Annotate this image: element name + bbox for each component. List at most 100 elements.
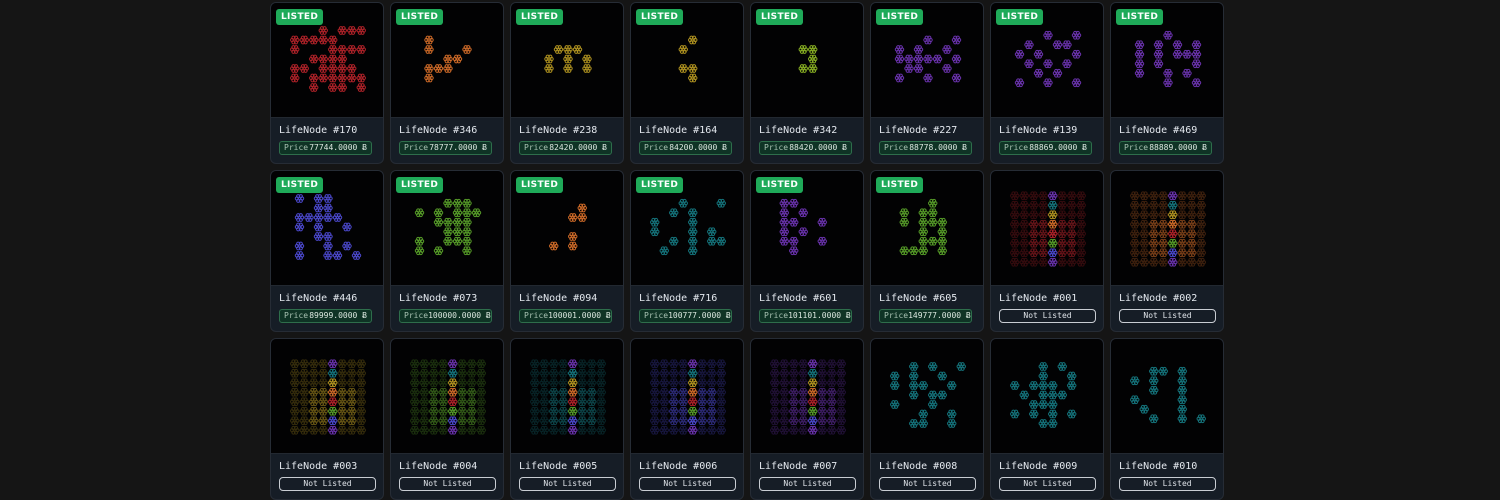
card-artwork: LISTED [1111,3,1223,118]
cell-node-icon [1158,238,1168,248]
price-pill: Price 88778.0000 Ƀ [879,141,972,155]
cell-node-icon [587,368,597,378]
cell-node-icon [309,73,319,83]
cell-node-icon [1177,219,1187,229]
cell-node-icon [1076,229,1086,239]
nft-card-2[interactable]: LISTED LifeNode #238 Price 82420.0000 Ƀ [510,2,624,164]
nft-card-15[interactable]: LifeNode #002 Not Listed [1110,170,1224,332]
cell-node-icon [688,397,698,407]
cell-node-icon [328,359,338,369]
cell-node-icon [817,378,827,388]
nft-card-9[interactable]: LISTED LifeNode #073 Price 100000.0000 Ƀ [390,170,504,332]
cell-node-icon [1014,78,1025,88]
cell-node-icon [299,425,309,435]
nft-card-22[interactable]: LifeNode #009 Not Listed [990,338,1104,500]
cell-pattern [290,26,366,92]
cell-node-icon [309,378,319,388]
cell-pattern [294,194,362,260]
cell-node-icon [294,241,305,251]
nft-card-23[interactable]: LifeNode #010 Not Listed [1110,338,1224,500]
nft-card-6[interactable]: LISTED LifeNode #139 Price 88869.0000 Ƀ [990,2,1104,164]
not-listed-button[interactable]: Not Listed [519,477,616,491]
cell-node-icon [294,194,305,203]
cell-node-icon [1038,191,1048,201]
cell-node-icon [596,425,606,435]
cell-node-icon [836,397,846,407]
cell-node-icon [290,425,300,435]
card-artwork [511,339,623,454]
cell-node-icon [1163,78,1173,88]
cell-node-icon [290,368,300,378]
cell-node-icon [1153,59,1164,69]
cell-node-icon [697,378,707,388]
cell-node-icon [462,198,472,208]
nft-card-5[interactable]: LISTED LifeNode #227 Price 88778.0000 Ƀ [870,2,984,164]
cell-node-icon [410,359,420,369]
cell-node-icon [568,406,578,416]
nft-card-14[interactable]: LifeNode #001 Not Listed [990,170,1104,332]
not-listed-button[interactable]: Not Listed [1119,477,1216,491]
card-artwork: LISTED [511,171,623,286]
nft-card-17[interactable]: LifeNode #004 Not Listed [390,338,504,500]
cell-node-icon [669,368,679,378]
card-artwork: LISTED [871,171,983,286]
nft-card-11[interactable]: LISTED LifeNode #716 Price 100777.0000 Ƀ [630,170,744,332]
price-label: Price [404,143,429,152]
cell-node-icon [356,368,366,378]
not-listed-button[interactable]: Not Listed [999,477,1096,491]
cell-node-icon [539,359,549,369]
price-pill: Price 88420.0000 Ƀ [759,141,852,155]
nft-card-21[interactable]: LifeNode #008 Not Listed [870,338,984,500]
cell-node-icon [937,390,947,400]
nft-card-18[interactable]: LifeNode #005 Not Listed [510,338,624,500]
cell-node-icon [1048,238,1058,248]
nft-card-4[interactable]: LISTED LifeNode #342 Price 88420.0000 Ƀ [750,2,864,164]
not-listed-button[interactable]: Not Listed [639,477,736,491]
nft-card-12[interactable]: LISTED LifeNode #601 Price 101101.0000 Ƀ [750,170,864,332]
not-listed-button[interactable]: Not Listed [879,477,976,491]
cell-node-icon [1048,419,1058,428]
nft-card-3[interactable]: LISTED LifeNode #164 Price 84200.0000 Ƀ [630,2,744,164]
cell-node-icon [798,425,808,435]
cell-node-icon [1139,229,1149,239]
cell-node-icon [1019,210,1029,220]
nft-card-8[interactable]: LISTED LifeNode #446 Price 89999.0000 Ƀ [270,170,384,332]
not-listed-button[interactable]: Not Listed [279,477,376,491]
cell-node-icon [659,425,669,435]
cell-node-icon [669,378,679,388]
nft-card-0[interactable]: LISTED LifeNode #170 Price 77744.0000 Ƀ [270,2,384,164]
cell-node-icon [770,378,780,388]
cell-node-icon [337,387,347,397]
cell-node-icon [443,54,453,64]
cell-node-icon [1038,419,1048,428]
cell-node-icon [688,236,698,246]
cell-node-icon [290,387,300,397]
cell-node-icon [923,35,933,45]
price-pill: Price 77744.0000 Ƀ [279,141,372,155]
cell-node-icon [462,227,472,237]
cell-node-icon [318,416,328,426]
nft-card-10[interactable]: LISTED LifeNode #094 Price 100001.0000 Ƀ [510,170,624,332]
cell-node-icon [1149,257,1159,267]
nft-card-16[interactable]: LifeNode #003 Not Listed [270,338,384,500]
price-value: 77744.0000 Ƀ [309,143,367,152]
nft-card-19[interactable]: LifeNode #006 Not Listed [630,338,744,500]
cell-node-icon [688,35,698,45]
nft-card-20[interactable]: LifeNode #007 Not Listed [750,338,864,500]
nft-card-13[interactable]: LISTED LifeNode #605 Price 149777.0000 Ƀ [870,170,984,332]
not-listed-button[interactable]: Not Listed [399,477,496,491]
not-listed-button[interactable]: Not Listed [759,477,856,491]
cell-node-icon [1010,191,1020,201]
cell-node-icon [918,227,928,237]
cell-node-icon [707,406,717,416]
nft-card-7[interactable]: LISTED LifeNode #469 Price 88889.0000 Ƀ [1110,2,1224,164]
not-listed-button[interactable]: Not Listed [1119,309,1216,323]
cell-node-icon [951,54,962,64]
cell-node-icon [337,73,347,83]
cell-node-icon [827,416,837,426]
cell-node-icon [894,45,905,54]
not-listed-button[interactable]: Not Listed [999,309,1096,323]
cell-node-icon [438,387,448,397]
cell-node-icon [928,208,938,218]
nft-card-1[interactable]: LISTED LifeNode #346 Price 78777.0000 Ƀ [390,2,504,164]
